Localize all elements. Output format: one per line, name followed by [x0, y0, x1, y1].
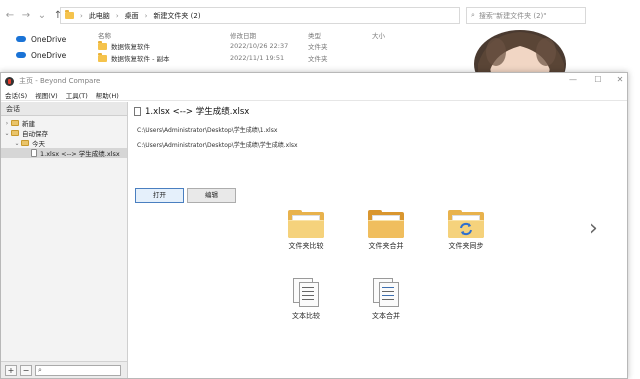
session-title: 1.xlsx <--> 学生成绩.xlsx [145, 107, 250, 117]
breadcrumb-desktop[interactable]: 桌面 [125, 11, 139, 21]
home-main-area: 1.xlsx <--> 学生成绩.xlsx C:\Users\Administr… [129, 102, 627, 378]
launcher-label: 文件夹合并 [368, 242, 404, 250]
folder-icon [98, 40, 107, 50]
collapse-arrow-icon[interactable]: ⌄ [13, 140, 21, 147]
collapse-arrow-icon[interactable]: ⌄ [3, 130, 11, 137]
menu-bar: 会话(S) 视图(V) 工具(T) 帮助(H) [1, 89, 627, 101]
remove-session-button[interactable]: − [20, 364, 32, 376]
breadcrumb-separator: › [115, 11, 119, 20]
folder-sync-icon [448, 210, 484, 238]
add-session-button[interactable]: + [5, 364, 17, 376]
onedrive-cloud-icon [16, 36, 26, 42]
launcher-folder-compare[interactable]: 文件夹比较 [271, 210, 341, 251]
tree-item-today[interactable]: ⌄ 今天 [1, 138, 127, 149]
close-icon[interactable]: ✕ [613, 75, 627, 87]
file-row[interactable]: 数据恢复软件 - 副本 2022/11/1 19:51 文件夹 [90, 52, 470, 64]
tree-item-session[interactable]: 1.xlsx <--> 学生成绩.xlsx [1, 148, 127, 158]
file-list-header: 名称 修改日期 类型 大小 [90, 30, 470, 40]
tree-item-label: 1.xlsx <--> 学生成绩.xlsx [40, 150, 120, 158]
menu-session[interactable]: 会话(S) [5, 90, 27, 100]
session-search-input[interactable]: ⌕ [35, 364, 121, 376]
column-header-date[interactable]: 修改日期 [230, 30, 308, 40]
open-button[interactable]: 打开 [135, 188, 184, 203]
sessions-toolbar: + − ⌕ [1, 361, 127, 378]
explorer-search-input[interactable]: ⌕ 搜索"新建文件夹 (2)" [466, 7, 586, 24]
column-header-name[interactable]: 名称 [90, 30, 230, 40]
expand-arrow-icon[interactable]: › [3, 120, 11, 127]
tree-item-autosave[interactable]: ⌄ 自动保存 [1, 128, 127, 139]
sidebar-item-onedrive[interactable]: OneDrive [0, 32, 88, 46]
text-merge-icon [371, 278, 401, 308]
menu-tools[interactable]: 工具(T) [66, 90, 88, 100]
launcher-text-merge[interactable]: 文本合并 [351, 278, 421, 321]
right-file-path: C:\Users\Administrator\Desktop\学生成绩\学生成绩… [137, 142, 298, 149]
launcher-label: 文本合并 [372, 312, 400, 320]
launcher-label: 文本比较 [292, 312, 320, 320]
file-name: 数据恢复软件 [111, 43, 150, 51]
text-compare-icon [291, 278, 321, 308]
column-header-size[interactable]: 大小 [372, 30, 422, 40]
file-row[interactable]: 数据恢复软件 2022/10/26 22:37 文件夹 [90, 40, 470, 52]
folder-icon [98, 52, 107, 62]
sync-arrows-icon [460, 222, 472, 236]
edit-button[interactable]: 编辑 [187, 188, 236, 203]
forward-icon[interactable]: → [20, 10, 32, 21]
file-name: 数据恢复软件 - 副本 [111, 55, 170, 63]
folder-icon [11, 130, 19, 136]
sidebar-item-label: OneDrive [31, 34, 67, 44]
folder-icon [65, 10, 74, 19]
tree-item-label: 今天 [32, 140, 45, 148]
sessions-header: 会话 [1, 102, 127, 116]
dropdown-chevron-icon[interactable]: ⌄ [36, 10, 48, 21]
tree-item-label: 自动保存 [22, 130, 48, 138]
file-date: 2022/11/1 19:51 [230, 54, 285, 62]
minimize-icon[interactable]: — [566, 75, 580, 87]
next-page-chevron-icon[interactable]: › [589, 216, 598, 241]
launcher-folder-sync[interactable]: 文件夹同步 [431, 210, 501, 251]
file-type: 文件夹 [308, 43, 328, 51]
breadcrumb-folder[interactable]: 新建文件夹 (2) [153, 11, 200, 21]
session-file-icon [31, 149, 37, 157]
back-icon[interactable]: ← [4, 10, 16, 21]
tree-item-label: 新建 [22, 120, 35, 128]
sessions-panel: 会话 › 新建 ⌄ 自动保存 ⌄ 今天 1.xlsx <--> 学生成绩.xls… [1, 102, 128, 378]
launcher-text-compare[interactable]: 文本比较 [271, 278, 341, 321]
file-explorer-window: ← → ⌄ ↑ › 此电脑 › 桌面 › 新建文件夹 (2) ↻ ⌕ 搜索"新建… [0, 0, 640, 80]
breadcrumb-this-pc[interactable]: 此电脑 [89, 11, 110, 21]
folder-icon [21, 140, 29, 146]
launcher-label: 文件夹比较 [288, 242, 324, 250]
document-icon [134, 106, 141, 116]
session-heading: 1.xlsx <--> 学生成绩.xlsx [134, 105, 249, 117]
sidebar-item-onedrive[interactable]: OneDrive [0, 48, 88, 62]
left-file-path: C:\Users\Administrator\Desktop\学生成绩\1.xl… [137, 127, 278, 134]
search-placeholder: 搜索"新建文件夹 (2)" [478, 11, 547, 20]
menu-view[interactable]: 视图(V) [35, 90, 58, 100]
menu-help[interactable]: 帮助(H) [96, 90, 119, 100]
sidebar-item-label: OneDrive [31, 50, 67, 60]
folder-icon [11, 120, 19, 126]
file-type: 文件夹 [308, 55, 328, 63]
breadcrumb-separator: › [144, 11, 148, 20]
search-icon: ⌕ [38, 365, 42, 374]
window-title: 主页 - Beyond Compare [19, 77, 101, 85]
title-bar: 主页 - Beyond Compare — ☐ ✕ [1, 73, 627, 89]
launcher-folder-merge[interactable]: 文件夹合并 [351, 210, 421, 251]
maximize-icon[interactable]: ☐ [591, 75, 605, 87]
tree-item-new[interactable]: › 新建 [1, 118, 127, 129]
address-bar[interactable]: › 此电脑 › 桌面 › 新建文件夹 (2) [60, 7, 460, 24]
search-icon: ⌕ [471, 11, 475, 19]
onedrive-cloud-icon [16, 52, 26, 58]
column-header-type[interactable]: 类型 [308, 30, 372, 40]
launcher-label: 文件夹同步 [448, 242, 484, 250]
beyond-compare-logo-icon [5, 76, 14, 86]
folder-merge-icon [368, 210, 404, 238]
file-date: 2022/10/26 22:37 [230, 42, 289, 50]
breadcrumb-separator: › [80, 11, 83, 20]
beyond-compare-window: 主页 - Beyond Compare — ☐ ✕ 会话(S) 视图(V) 工具… [0, 72, 628, 379]
folder-compare-icon [288, 210, 324, 238]
